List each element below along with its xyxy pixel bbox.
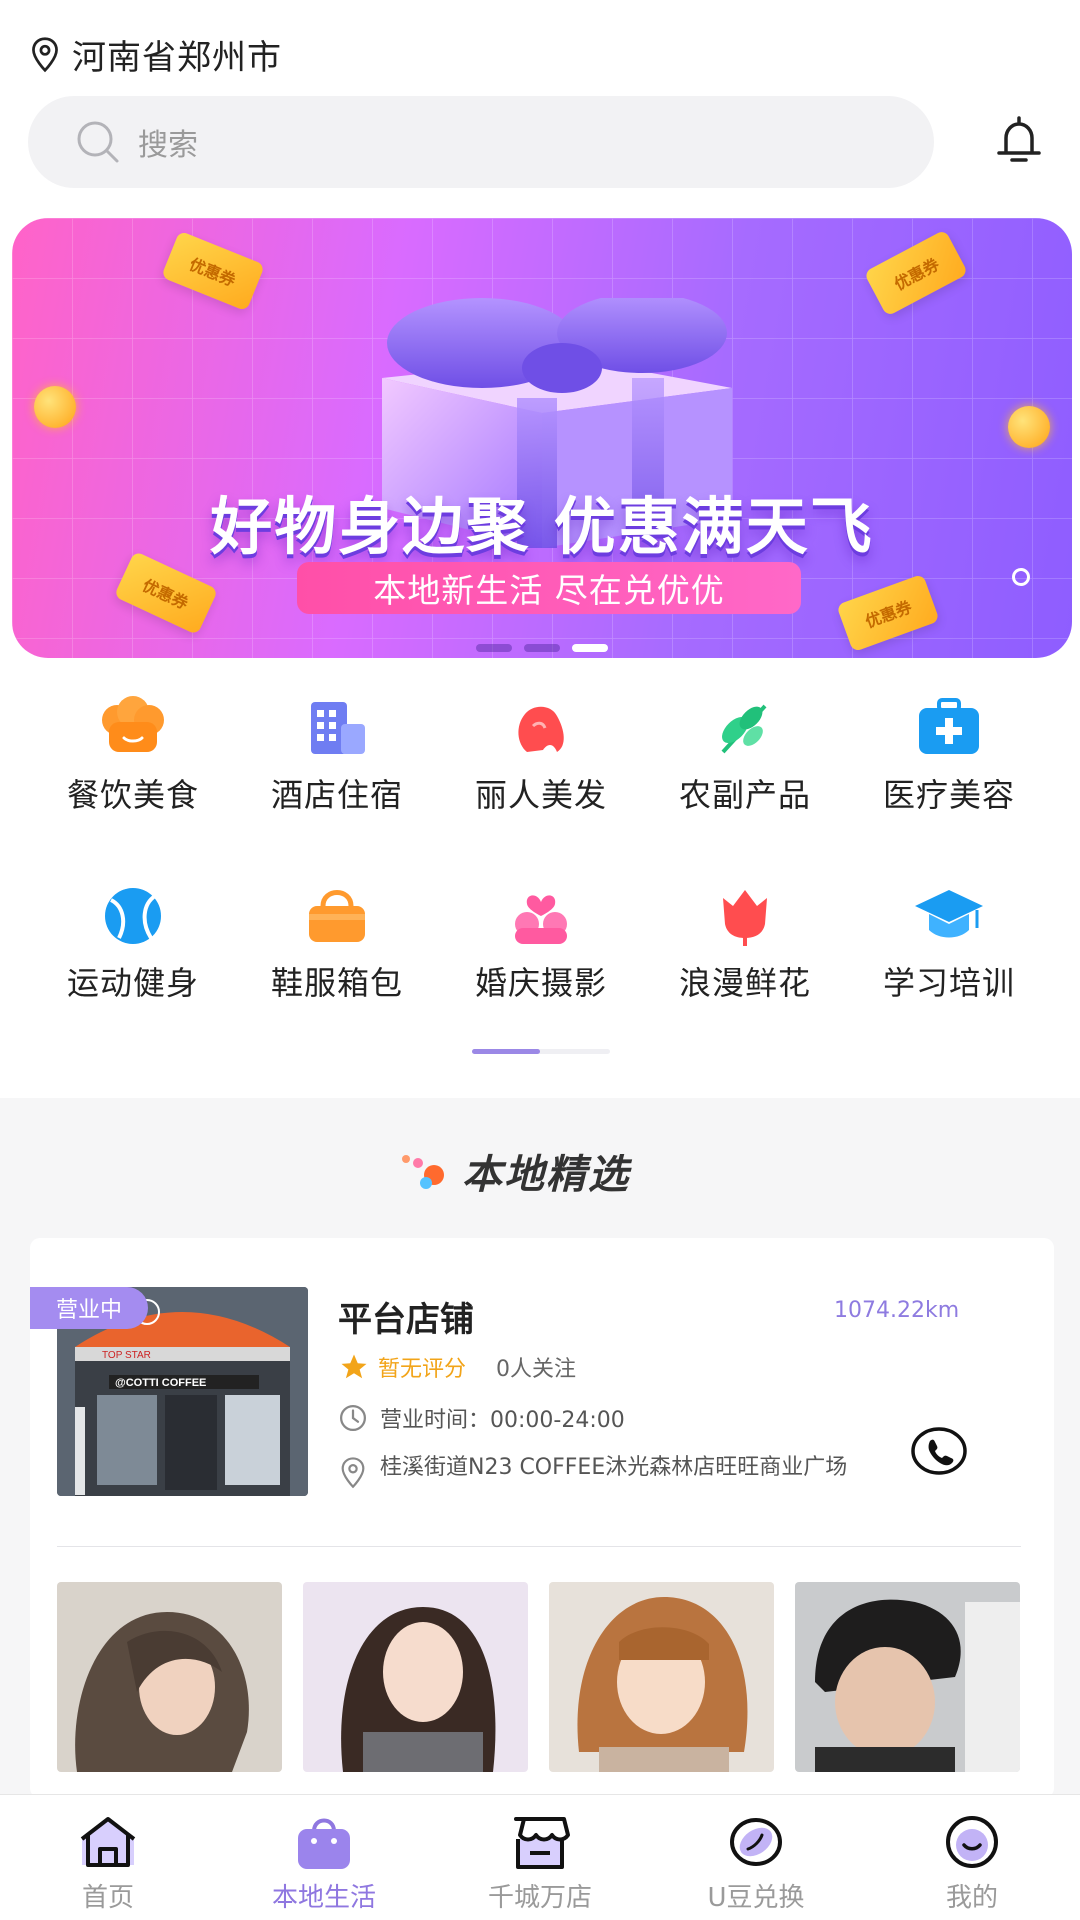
category-flowers[interactable]: 浪漫鲜花 (665, 884, 825, 1004)
wheat-leaf-icon (721, 704, 767, 754)
section-header: 本地精选 (400, 1142, 630, 1200)
floating-ring-icon (1012, 568, 1030, 586)
tab-label: 我的 (945, 1883, 998, 1913)
category-label: 农副产品 (678, 776, 811, 814)
category-label: 餐饮美食 (66, 776, 199, 814)
star-icon (341, 1354, 367, 1379)
tab-label: 首页 (81, 1883, 134, 1913)
home-icon (80, 1817, 136, 1867)
banner-pagination (476, 644, 608, 652)
gallery-image[interactable] (303, 1582, 528, 1772)
section-title: 本地精选 (462, 1152, 630, 1198)
coin-decoration (34, 386, 76, 428)
tab-label: 本地生活 (271, 1883, 376, 1913)
store-icon (514, 1817, 570, 1869)
store-address: 桂溪街道N23 COFFEE沐光森林店旺旺商业广场 (380, 1455, 848, 1480)
tab-stores[interactable]: 千城万店 (460, 1813, 620, 1914)
tab-label: U豆兑换 (707, 1883, 805, 1913)
handbag-icon (309, 890, 365, 942)
category-label: 运动健身 (66, 964, 199, 1002)
rating-row: 暂无评分 0人关注 (338, 1351, 576, 1383)
category-dining[interactable]: 餐饮美食 (53, 696, 213, 816)
banner-title: 好物身边聚 优惠满天飞 (210, 490, 874, 563)
business-hours: 营业时间：00:00-24:00 (380, 1408, 625, 1433)
address-row[interactable]: 桂溪街道N23 COFFEE沐光森林店旺旺商业广场 (338, 1452, 940, 1490)
tab-label: 千城万店 (487, 1883, 592, 1913)
category-farm-products[interactable]: 农副产品 (665, 696, 825, 816)
hairstyle-photo-4 (795, 1582, 1020, 1772)
tab-home[interactable]: 首页 (28, 1813, 188, 1914)
gallery-image[interactable] (795, 1582, 1020, 1772)
woman-hair-icon (518, 706, 564, 752)
tab-local-life[interactable]: 本地生活 (244, 1813, 404, 1914)
promo-banner[interactable]: 优惠券 优惠券 优惠券 优惠券 好物身边聚 优惠满天飞 本地新生活 尽在兑优优 (12, 218, 1072, 658)
category-beauty-hair[interactable]: 丽人美发 (461, 696, 621, 816)
dots-decoration-icon (402, 1155, 444, 1189)
location-selector[interactable]: 河南省郑州市 (28, 30, 282, 79)
search-icon (77, 121, 119, 163)
tab-bean-exchange[interactable]: U豆兑换 (676, 1813, 836, 1914)
store-name[interactable]: 平台店铺 (338, 1292, 474, 1341)
location-pin-icon (32, 36, 58, 72)
category-page-indicator (472, 1049, 610, 1054)
card-divider (57, 1546, 1021, 1547)
banner-dot[interactable] (476, 644, 512, 652)
hours-row: 营业时间：00:00-24:00 (338, 1402, 625, 1434)
couple-heart-icon (515, 895, 567, 944)
category-education[interactable]: 学习培训 (869, 884, 1029, 1004)
clock-icon (340, 1405, 366, 1431)
category-page-indicator-active (472, 1049, 540, 1054)
gallery-image[interactable] (57, 1582, 282, 1772)
category-label: 学习培训 (882, 964, 1015, 1002)
search-input[interactable]: 搜索 (28, 96, 934, 188)
store-card[interactable]: TOP STAR @COTTI COFFEE 营业中 平台店铺 1074.22k… (30, 1238, 1054, 1798)
bean-icon (730, 1818, 782, 1866)
banner-dot-active[interactable] (572, 644, 608, 652)
status-badge: 营业中 (30, 1287, 148, 1329)
followers-count: 0人关注 (496, 1357, 577, 1382)
hotel-building-icon (311, 702, 365, 754)
gallery-image[interactable] (549, 1582, 774, 1772)
category-hotel[interactable]: 酒店住宿 (257, 696, 417, 816)
graduation-cap-icon (915, 890, 983, 938)
category-medical-beauty[interactable]: 医疗美容 (869, 696, 1029, 816)
bottom-tab-bar: 首页 本地生活 千城万店 U豆兑换 我的 (0, 1794, 1080, 1920)
chef-hat-icon (102, 696, 164, 752)
tab-profile[interactable]: 我的 (892, 1813, 1052, 1914)
banner-dot[interactable] (524, 644, 560, 652)
banner-subtitle: 本地新生活 尽在兑优优 (297, 562, 801, 614)
store-distance: 1074.22km (834, 1298, 960, 1323)
search-placeholder: 搜索 (138, 128, 198, 163)
notification-bell-icon[interactable] (990, 112, 1048, 170)
medical-kit-icon (919, 698, 979, 754)
category-fitness[interactable]: 运动健身 (53, 884, 213, 1004)
rating-text: 暂无评分 (378, 1357, 467, 1382)
category-clothing-bags[interactable]: 鞋服箱包 (257, 884, 417, 1004)
profile-icon (946, 1816, 998, 1868)
shopping-bag-icon (298, 1818, 350, 1869)
category-wedding-photo[interactable]: 婚庆摄影 (461, 884, 621, 1004)
rose-flower-icon (723, 890, 767, 946)
category-label: 鞋服箱包 (270, 964, 403, 1002)
location-pin-icon (341, 1457, 365, 1489)
storefront-sign-top-star: TOP STAR (102, 1350, 151, 1361)
hairstyle-photo-2 (303, 1582, 528, 1772)
hairstyle-photo-1 (57, 1582, 282, 1772)
tennis-ball-icon (105, 888, 161, 944)
hairstyle-photo-3 (549, 1582, 774, 1772)
category-label: 医疗美容 (882, 776, 1015, 814)
coin-decoration (1008, 406, 1050, 448)
category-label: 酒店住宿 (270, 776, 403, 814)
location-label: 河南省郑州市 (72, 38, 282, 78)
category-label: 丽人美发 (474, 776, 607, 814)
category-label: 婚庆摄影 (474, 964, 607, 1002)
storefront-sign-cotti: @COTTI COFFEE (115, 1377, 206, 1389)
phone-call-icon[interactable] (910, 1426, 968, 1476)
category-label: 浪漫鲜花 (678, 964, 811, 1002)
